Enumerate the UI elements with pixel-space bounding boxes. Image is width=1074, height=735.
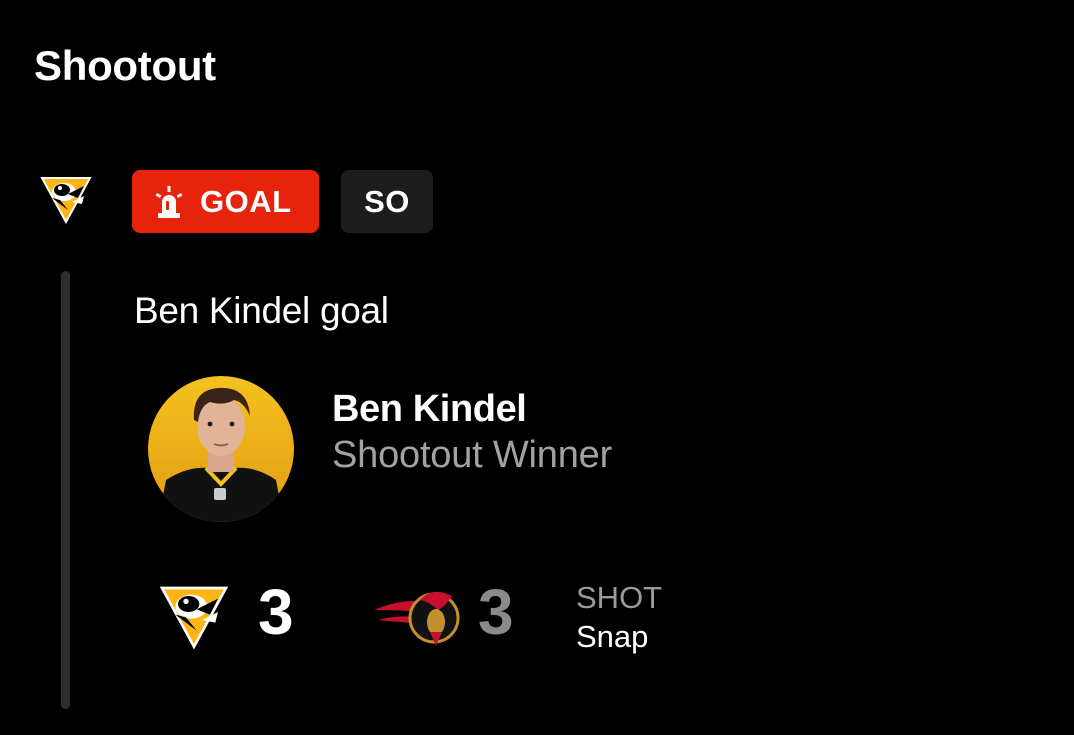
timeline-line (61, 271, 70, 709)
player-name[interactable]: Ben Kindel (332, 388, 527, 431)
siren-icon (155, 185, 183, 218)
senators-logo-icon (374, 591, 460, 646)
goal-badge: GOAL (132, 170, 319, 233)
goal-badge-label: GOAL (200, 183, 292, 219)
home-score: 3 (258, 576, 294, 648)
penguins-logo-icon (40, 177, 92, 225)
player-avatar (148, 376, 294, 522)
penguins-logo-icon (159, 586, 229, 650)
player-role: Shootout Winner (332, 434, 613, 476)
shot-type-value: Snap (576, 619, 649, 654)
event-badges: GOAL SO (132, 170, 433, 233)
shootout-section: Shootout GOAL SO Ben Kindel goal Ben Kin… (0, 0, 1074, 735)
period-badge-label: SO (364, 183, 410, 219)
away-score: 3 (478, 576, 514, 648)
shot-type-label: SHOT (576, 580, 663, 615)
player-headshot-image (148, 376, 294, 522)
section-title: Shootout (34, 42, 216, 89)
period-badge: SO (341, 170, 433, 233)
play-description: Ben Kindel goal (134, 290, 389, 331)
